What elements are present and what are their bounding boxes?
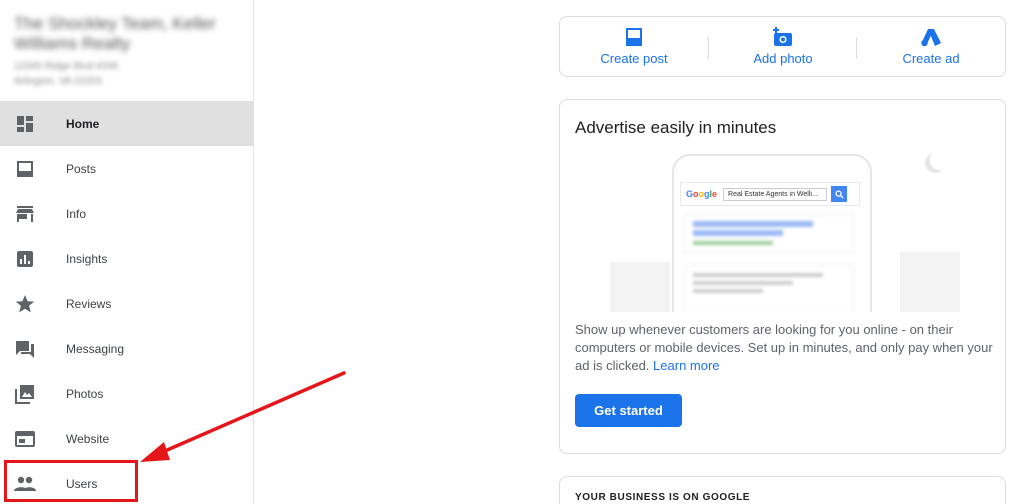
create-post-button[interactable]: Create post (574, 25, 694, 66)
add-photo-button[interactable]: Add photo (723, 25, 843, 66)
annotation-highlight-box (4, 460, 138, 502)
search-result-mockup (684, 214, 854, 252)
sidebar-item-website[interactable]: Website (0, 416, 254, 461)
sidebar-item-messaging[interactable]: Messaging (0, 326, 254, 371)
advertise-title: Advertise easily in minutes (575, 118, 777, 137)
sidebar-item-label: Insights (66, 251, 108, 266)
sidebar-item-label: Messaging (66, 341, 125, 356)
add-photo-label: Add photo (753, 51, 813, 66)
google-ads-icon (871, 25, 991, 49)
business-address-line1: 12345 Ridge Blvd #200 (14, 61, 118, 72)
search-bar-mockup: Google Real Estate Agents in Welli... (680, 182, 860, 206)
search-icon (831, 186, 848, 202)
business-on-google-card: YOUR BUSINESS IS ON GOOGLE (559, 476, 1006, 504)
business-address-line2: Arlington, VA 22203 (14, 76, 102, 87)
advertise-description: Show up whenever customers are looking f… (575, 321, 1000, 375)
photos-icon (14, 383, 36, 405)
learn-more-link[interactable]: Learn more (653, 358, 719, 373)
sidebar-item-posts[interactable]: Posts (0, 146, 254, 191)
quick-actions-card: Create post Add photo Create ad (559, 16, 1006, 77)
sidebar-item-label: Reviews (66, 296, 112, 311)
sidebar-item-label: Home (66, 116, 100, 131)
app-window: The Shockley Team, Keller Williams Realt… (0, 0, 1024, 504)
search-query: Real Estate Agents in Welli... (723, 187, 828, 201)
create-post-label: Create post (600, 51, 668, 66)
section-title: YOUR BUSINESS IS ON GOOGLE (575, 492, 751, 503)
sidebar-item-home[interactable]: Home (0, 101, 254, 146)
ad-illustration: Google Real Estate Agents in Welli... (610, 150, 960, 312)
building-shape (610, 262, 670, 312)
create-ad-button[interactable]: Create ad (871, 25, 991, 66)
divider (856, 37, 857, 59)
store-icon (14, 203, 36, 225)
business-header: The Shockley Team, Keller Williams Realt… (0, 0, 253, 100)
post-icon (574, 25, 694, 49)
sidebar-item-reviews[interactable]: Reviews (0, 281, 254, 326)
sidebar-item-label: Website (66, 431, 110, 446)
sidebar-nav: Home Posts Info Insights Reviews Messagi… (0, 101, 254, 504)
search-result-mockup (684, 264, 854, 312)
business-name: The Shockley Team, Keller Williams Realt… (14, 14, 216, 53)
sidebar: The Shockley Team, Keller Williams Realt… (0, 0, 254, 504)
sidebar-item-insights[interactable]: Insights (0, 236, 254, 281)
star-icon (14, 293, 36, 315)
dashboard-icon (14, 113, 36, 135)
sidebar-item-photos[interactable]: Photos (0, 371, 254, 416)
sidebar-item-info[interactable]: Info (0, 191, 254, 236)
add-photo-icon (723, 25, 843, 49)
moon-icon (930, 150, 950, 170)
posts-icon (14, 158, 36, 180)
advertise-description-text: Show up whenever customers are looking f… (575, 322, 993, 373)
divider (708, 37, 709, 59)
sidebar-item-label: Posts (66, 161, 97, 176)
message-icon (14, 338, 36, 360)
sidebar-item-label: Info (66, 206, 87, 221)
phone-mockup: Google Real Estate Agents in Welli... (672, 154, 872, 312)
sidebar-item-label: Photos (66, 386, 104, 401)
advertise-card: Advertise easily in minutes Google Real … (559, 99, 1006, 454)
building-shape (900, 252, 960, 312)
get-started-button[interactable]: Get started (575, 394, 682, 427)
website-icon (14, 428, 36, 450)
google-logo: Google (686, 189, 718, 199)
create-ad-label: Create ad (902, 51, 960, 66)
insights-icon (14, 248, 36, 270)
